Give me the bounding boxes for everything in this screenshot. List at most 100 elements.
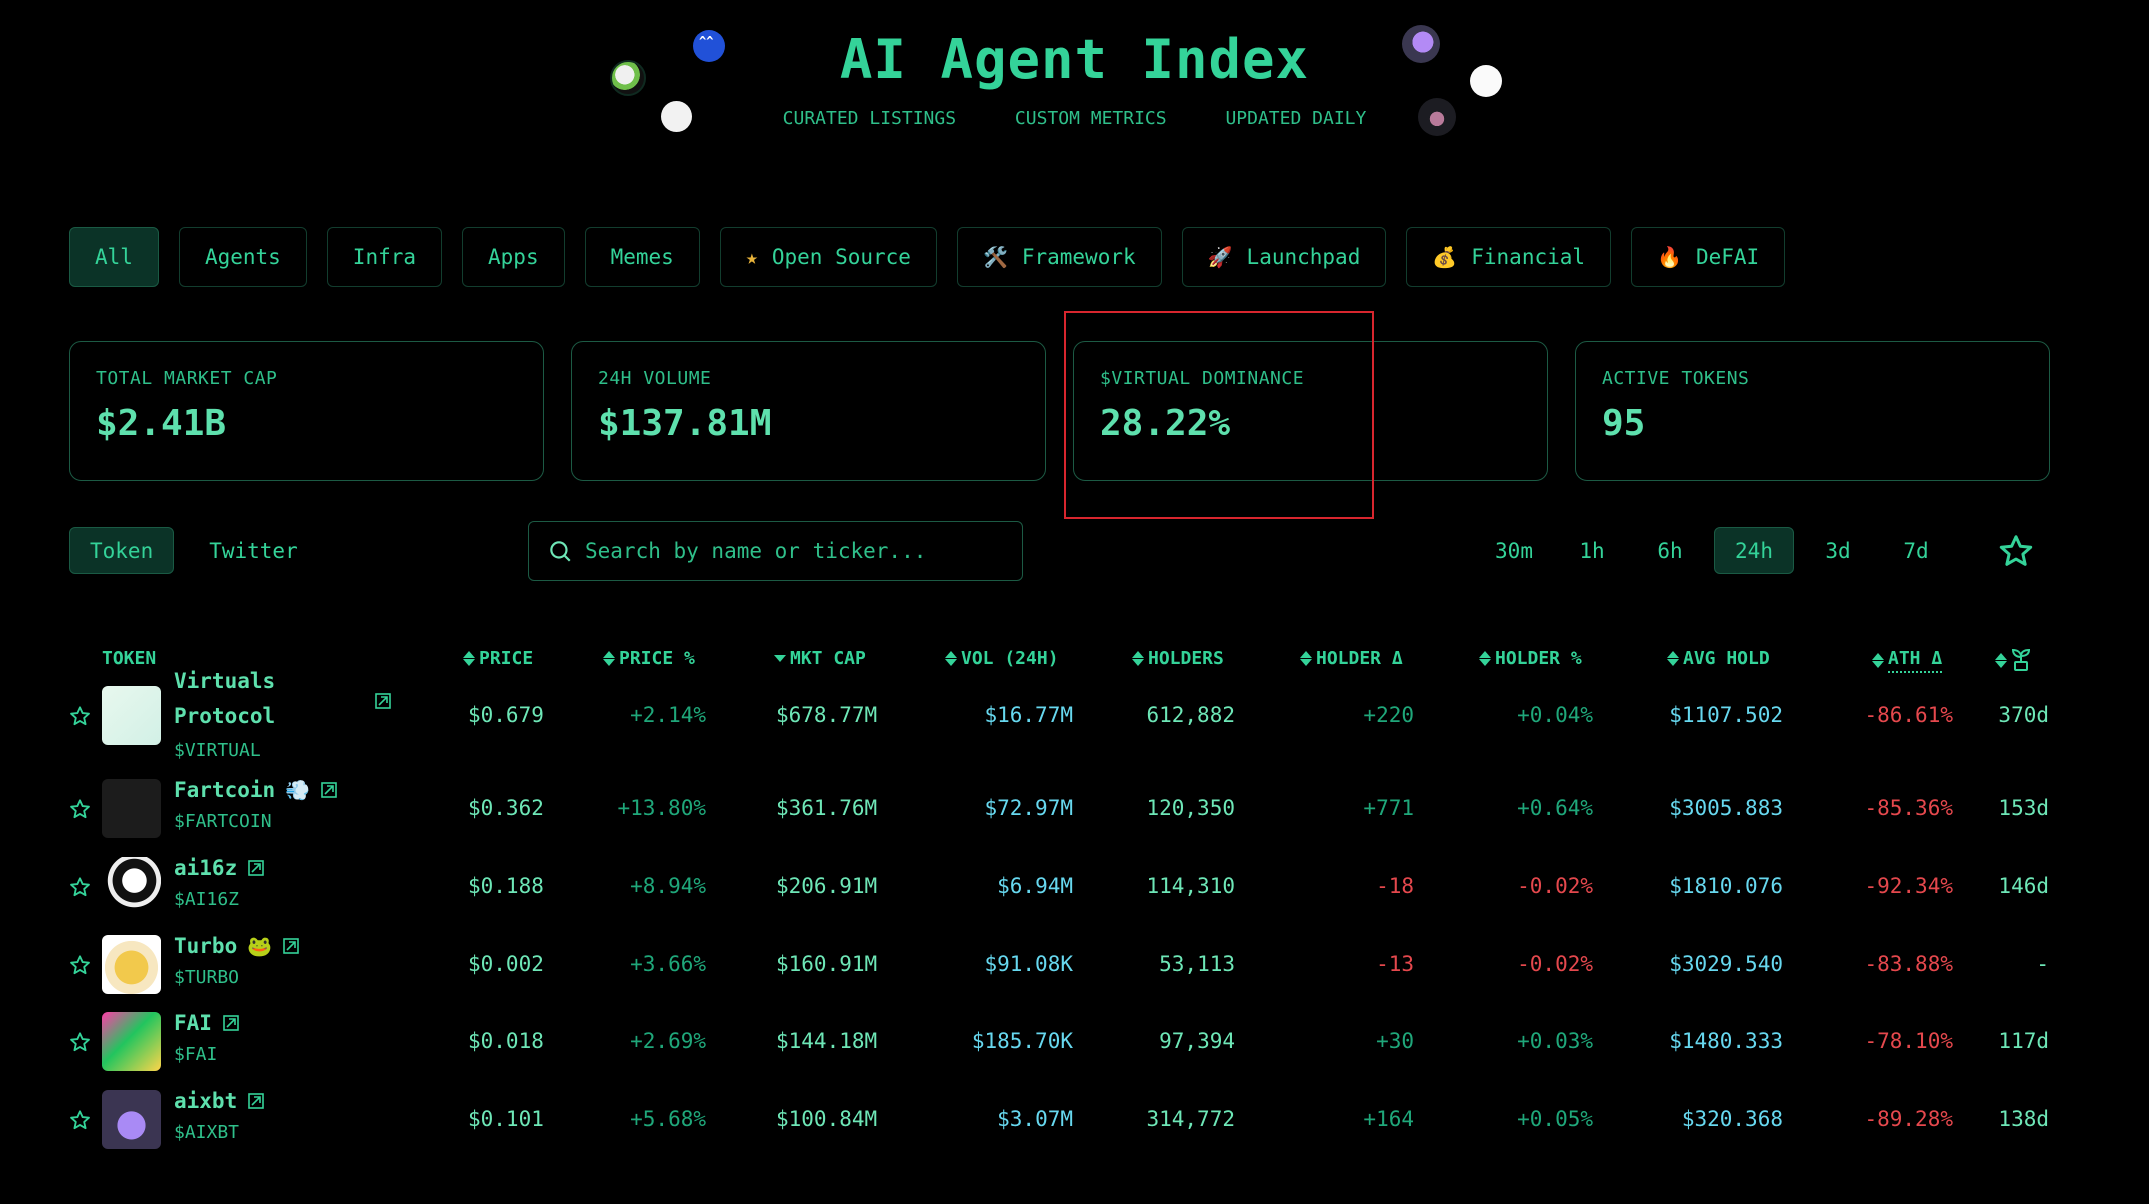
external-link-icon[interactable] <box>374 692 392 710</box>
cell-holder-pct: +0.03% <box>1517 1029 1593 1053</box>
stat-card-virtual-dominance: $VIRTUAL DOMINANCE 28.22% <box>1073 341 1548 481</box>
category-tab-memes[interactable]: Memes <box>584 227 700 287</box>
token-name-text: ai16z <box>174 856 238 880</box>
favorite-star-icon[interactable] <box>69 954 91 976</box>
cell-ath-delta: -92.34% <box>1864 874 1953 898</box>
cell-price-pct: +8.94% <box>630 874 706 898</box>
token-name[interactable]: aixbt <box>174 1089 265 1113</box>
token-name[interactable]: FAI <box>174 1011 240 1035</box>
cell-holder-delta: +164 <box>1363 1107 1414 1131</box>
external-link-icon[interactable] <box>222 1014 240 1032</box>
category-tab-defai[interactable]: 🔥 DeFAI <box>1631 227 1786 287</box>
table-row[interactable]: ai16z $AI16Z $0.188 +8.94% $206.91M $6.94M 114… <box>69 848 2069 926</box>
cell-avg-hold: $1810.076 <box>1669 874 1783 898</box>
timeframe-selector: 30m 1h 6h 24h 3d 7d <box>1480 527 1950 574</box>
cell-holders: 114,310 <box>1146 874 1235 898</box>
cell-holders: 612,882 <box>1146 703 1235 727</box>
category-tab-label: Infra <box>352 245 417 269</box>
favorite-star-icon[interactable] <box>69 705 91 727</box>
token-name[interactable]: Fartcoin 💨 <box>174 778 338 802</box>
token-name[interactable]: Turbo 🐸 <box>174 934 300 958</box>
cell-holders: 53,113 <box>1159 952 1235 976</box>
category-tab-financial[interactable]: 💰 Financial <box>1406 227 1612 287</box>
stat-value: $2.41B <box>96 403 227 444</box>
column-label: PRICE % <box>619 648 695 669</box>
stat-card-active-tokens: ACTIVE TOKENS 95 <box>1575 341 2050 481</box>
table-row[interactable]: FAI $FAI $0.018 +2.69% $144.18M $185.70K 97,39… <box>69 1003 2069 1081</box>
stat-value: 95 <box>1602 403 1646 444</box>
category-tab-all[interactable]: All <box>69 227 159 287</box>
cell-holder-pct: -0.02% <box>1517 952 1593 976</box>
token-name[interactable]: Protocol <box>174 704 275 728</box>
column-header-age[interactable] <box>1995 648 2031 672</box>
page-header: AI Agent Index CURATED LISTINGS CUSTOM M… <box>0 0 2149 150</box>
tab-twitter[interactable]: Twitter <box>188 527 319 574</box>
column-header-avg-hold[interactable]: AVG HOLD <box>1667 648 1770 669</box>
column-header-vol[interactable]: VOL (24H) <box>945 648 1059 669</box>
column-header-ath-delta[interactable]: ATH Δ <box>1872 648 1943 673</box>
timeframe-30m[interactable]: 30m <box>1480 527 1548 574</box>
external-link-icon[interactable] <box>247 859 265 877</box>
favorite-star-icon[interactable] <box>69 1031 91 1053</box>
table-row[interactable]: Turbo 🐸 $TURBO $0.002 +3.66% $160.91M $91.08K 5… <box>69 926 2069 1004</box>
external-link-icon[interactable] <box>320 781 338 799</box>
sort-icon <box>1300 651 1312 666</box>
column-header-price-pct[interactable]: PRICE % <box>603 648 695 669</box>
stat-card-total-market-cap: TOTAL MARKET CAP $2.41B <box>69 341 544 481</box>
column-label: ATH Δ <box>1888 648 1943 673</box>
column-label: HOLDERS <box>1148 648 1224 669</box>
token-name[interactable]: ai16z <box>174 856 265 880</box>
category-tab-apps[interactable]: Apps <box>462 227 565 287</box>
timeframe-1h[interactable]: 1h <box>1558 527 1626 574</box>
timeframe-6h[interactable]: 6h <box>1636 527 1704 574</box>
cell-price: $0.002 <box>468 952 544 976</box>
cell-holder-pct: +0.04% <box>1517 703 1593 727</box>
category-tab-launchpad[interactable]: 🚀 Launchpad <box>1181 227 1387 287</box>
timeframe-3d[interactable]: 3d <box>1804 527 1872 574</box>
cell-holder-delta: +220 <box>1363 703 1414 727</box>
favorite-star-icon[interactable] <box>69 876 91 898</box>
token-avatar <box>102 779 161 838</box>
column-header-mkt-cap[interactable]: MKT CAP <box>774 648 866 669</box>
cell-avg-hold: $3029.540 <box>1669 952 1783 976</box>
cell-price-pct: +3.66% <box>630 952 706 976</box>
column-header-price[interactable]: PRICE <box>463 648 533 669</box>
external-link-icon[interactable] <box>247 1092 265 1110</box>
cell-price-pct: +2.69% <box>630 1029 706 1053</box>
cell-avg-hold: $320.368 <box>1681 1107 1783 1131</box>
table-row[interactable]: aixbt $AIXBT $0.101 +5.68% $100.84M $3.07M 314… <box>69 1081 2069 1159</box>
cell-price-pct: +13.80% <box>617 796 706 820</box>
tab-token[interactable]: Token <box>69 527 175 574</box>
column-header-token[interactable]: TOKEN <box>102 648 156 669</box>
cell-price: $0.679 <box>468 703 544 727</box>
table-row[interactable]: Virtuals Protocol $VIRTUAL $0.679 +2.14% $678… <box>69 669 2069 761</box>
cell-price-pct: +2.14% <box>630 703 706 727</box>
favorite-star-icon[interactable] <box>69 1109 91 1131</box>
category-tab-infra[interactable]: Infra <box>326 227 443 287</box>
column-header-holder-delta[interactable]: HOLDER Δ <box>1300 648 1403 669</box>
table-row[interactable]: Fartcoin 💨 $FARTCOIN $0.362 +13.80% $361.76M $… <box>69 770 2069 848</box>
stat-cards: TOTAL MARKET CAP $2.41B 24H VOLUME $137.… <box>69 341 2050 481</box>
tools-icon: 🛠️ <box>982 245 1008 269</box>
favorite-star-icon[interactable] <box>69 798 91 820</box>
timeframe-7d[interactable]: 7d <box>1882 527 1950 574</box>
category-tab-framework[interactable]: 🛠️ Framework <box>956 227 1162 287</box>
token-name[interactable]: Virtuals <box>174 669 275 693</box>
cell-ath-delta: -78.10% <box>1864 1029 1953 1053</box>
category-tab-open-source[interactable]: ★ Open Source <box>719 227 937 287</box>
search-input[interactable] <box>585 539 1005 563</box>
cell-avg-hold: $1107.502 <box>1669 703 1783 727</box>
cell-holder-delta: -18 <box>1376 874 1414 898</box>
timeframe-24h[interactable]: 24h <box>1714 527 1794 574</box>
category-tab-agents[interactable]: Agents <box>178 227 307 287</box>
search-box <box>528 521 1023 581</box>
column-label: VOL (24H) <box>961 648 1059 669</box>
category-tab-label: Financial <box>1471 245 1586 269</box>
favorites-filter-star-icon[interactable] <box>1998 533 2034 569</box>
column-header-holder-pct[interactable]: HOLDER % <box>1479 648 1582 669</box>
column-header-holders[interactable]: HOLDERS <box>1132 648 1224 669</box>
column-label: TOKEN <box>102 648 157 669</box>
token-emoji-icon: 💨 <box>285 778 311 802</box>
fire-icon: 🔥 <box>1657 245 1682 269</box>
external-link-icon[interactable] <box>282 937 300 955</box>
